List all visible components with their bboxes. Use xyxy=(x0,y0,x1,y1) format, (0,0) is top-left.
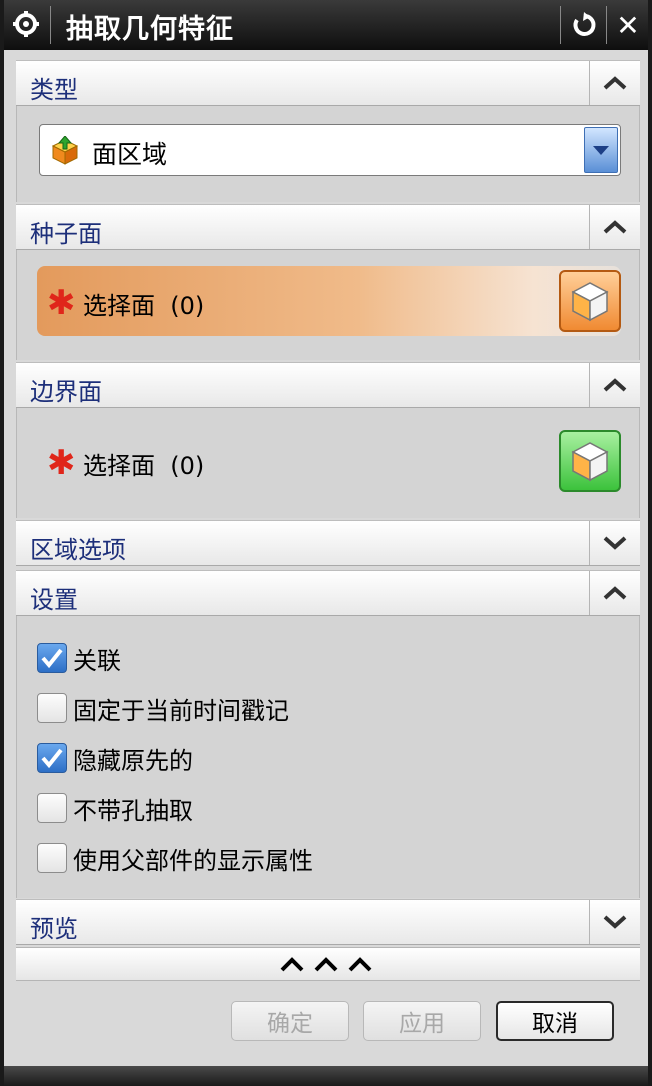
chevron-down-icon[interactable] xyxy=(584,127,618,173)
face-region-icon xyxy=(50,135,80,166)
ok-button[interactable]: 确定 xyxy=(231,1001,349,1041)
cube-icon xyxy=(571,442,609,482)
boundary-face-selector[interactable]: ✱ 选择面 (0) xyxy=(37,426,621,496)
chevron-up-icon[interactable] xyxy=(589,363,640,407)
checkbox[interactable] xyxy=(37,693,67,723)
section-title: 区域选项 xyxy=(30,536,126,564)
chevron-down-icon[interactable] xyxy=(589,900,640,944)
checkbox-parent-display-properties[interactable]: 使用父部件的显示属性 xyxy=(37,838,313,878)
checkbox-label: 不带孔抽取 xyxy=(73,796,193,825)
section-title: 类型 xyxy=(30,76,78,104)
more-options-bar[interactable] xyxy=(16,947,640,981)
section-body-seed-face: ✱ 选择面 (0) xyxy=(16,250,640,360)
required-star-icon: ✱ xyxy=(47,283,76,323)
chevron-up-icon[interactable] xyxy=(589,571,640,615)
dialog-title: 抽取几何特征 xyxy=(66,14,234,45)
title-separator xyxy=(560,6,561,44)
cancel-button[interactable]: 取消 xyxy=(496,1001,614,1041)
title-separator xyxy=(50,6,51,44)
section-title: 设置 xyxy=(30,586,78,614)
checkbox-associative[interactable]: 关联 xyxy=(37,638,121,678)
chevron-up-icon[interactable] xyxy=(589,61,640,105)
section-header-boundary-face[interactable]: 边界面 xyxy=(16,362,640,408)
checkbox[interactable] xyxy=(37,643,67,673)
apply-button[interactable]: 应用 xyxy=(363,1001,481,1041)
window-bottom-border xyxy=(4,1066,648,1086)
extract-geometry-dialog: 抽取几何特征 ✕ 类型 面区域 种子面 ✱ 选择面 (0) 边界面 ✱ 选择面 … xyxy=(0,0,652,1086)
checkbox[interactable] xyxy=(37,843,67,873)
cube-icon xyxy=(571,282,609,322)
checkbox-label: 隐藏原先的 xyxy=(73,746,193,775)
checkbox-fix-timestamp[interactable]: 固定于当前时间戳记 xyxy=(37,688,289,728)
section-header-preview[interactable]: 预览 xyxy=(16,899,640,945)
section-header-seed-face[interactable]: 种子面 xyxy=(16,204,640,250)
select-face-label: 选择面 (0) xyxy=(83,292,205,320)
select-face-button[interactable] xyxy=(559,270,621,332)
checkmark-icon xyxy=(41,648,63,669)
section-header-region-options[interactable]: 区域选项 xyxy=(16,520,640,566)
select-face-button[interactable] xyxy=(559,430,621,492)
title-bar: 抽取几何特征 ✕ xyxy=(4,0,648,50)
title-separator xyxy=(606,6,607,44)
section-title: 预览 xyxy=(30,915,78,943)
section-title: 边界面 xyxy=(30,378,102,406)
section-title: 种子面 xyxy=(30,220,102,248)
checkmark-icon xyxy=(41,748,63,769)
chevron-down-icon[interactable] xyxy=(589,521,640,565)
type-dropdown-value: 面区域 xyxy=(92,140,168,169)
section-body-settings: 关联 固定于当前时间戳记 隐藏原先的 不带孔抽取 使用父部件的显示属性 xyxy=(16,616,640,898)
gear-icon[interactable] xyxy=(10,8,42,40)
seed-face-selector[interactable]: ✱ 选择面 (0) xyxy=(37,266,621,336)
section-body-type: 面区域 xyxy=(16,106,640,202)
checkbox-hide-original[interactable]: 隐藏原先的 xyxy=(37,738,193,778)
checkbox[interactable] xyxy=(37,793,67,823)
close-icon[interactable]: ✕ xyxy=(610,6,646,44)
section-header-type[interactable]: 类型 xyxy=(16,60,640,106)
checkbox[interactable] xyxy=(37,743,67,773)
chevron-up-icon[interactable] xyxy=(589,205,640,249)
checkbox-label: 使用父部件的显示属性 xyxy=(73,846,313,875)
checkbox-label: 关联 xyxy=(73,646,121,675)
type-dropdown[interactable]: 面区域 xyxy=(39,124,621,176)
checkbox-label: 固定于当前时间戳记 xyxy=(73,696,289,725)
checkbox-extract-without-holes[interactable]: 不带孔抽取 xyxy=(37,788,193,828)
required-star-icon: ✱ xyxy=(47,443,76,483)
reset-icon[interactable] xyxy=(566,6,602,44)
triple-chevron-up-icon xyxy=(280,957,372,972)
section-body-boundary-face: ✱ 选择面 (0) xyxy=(16,408,640,518)
select-face-label: 选择面 (0) xyxy=(83,452,205,480)
section-header-settings[interactable]: 设置 xyxy=(16,570,640,616)
